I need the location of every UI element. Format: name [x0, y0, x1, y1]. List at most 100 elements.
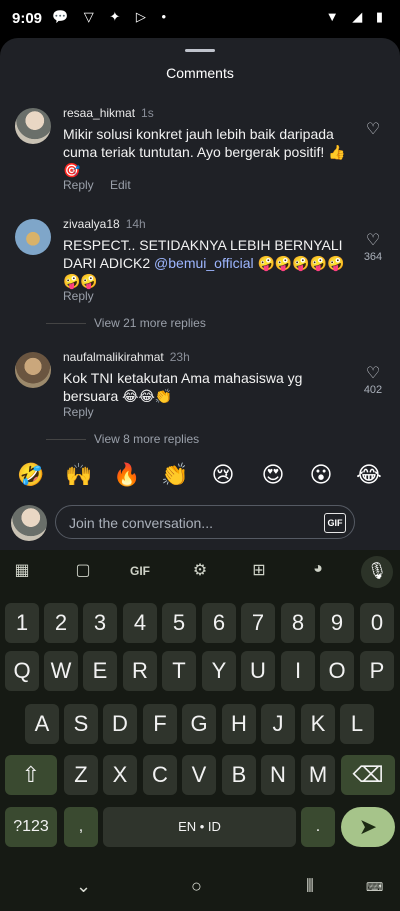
key-0[interactable]: 0 — [360, 603, 394, 643]
period-key[interactable]: . — [301, 807, 335, 847]
key-q[interactable]: Q — [5, 651, 39, 691]
key-f[interactable]: F — [143, 704, 177, 744]
comment-input[interactable]: Join the conversation... GIF — [55, 505, 355, 539]
symbols-key[interactable]: ?123 — [5, 807, 57, 847]
emoji-button[interactable]: 👏 — [160, 462, 190, 488]
gear-icon[interactable]: ⚙ — [187, 560, 213, 582]
key-9[interactable]: 9 — [320, 603, 354, 643]
comment-author[interactable]: resaa_hikmat 1s — [63, 106, 154, 120]
recents-icon[interactable]: ⦀ — [306, 876, 314, 897]
key-k[interactable]: K — [301, 704, 335, 744]
emoji-button[interactable]: 🔥 — [112, 462, 142, 488]
reply-button[interactable]: Reply — [63, 289, 94, 303]
key-4[interactable]: 4 — [123, 603, 157, 643]
keyboard-toolbar: ▦ ▢ GIF ⚙ ⊞ ◕ 🎙 — [0, 550, 400, 594]
heart-icon[interactable]: ♡ — [363, 230, 383, 250]
key-h[interactable]: H — [222, 704, 256, 744]
key-l[interactable]: L — [340, 704, 374, 744]
key-i[interactable]: I — [281, 651, 315, 691]
key-u[interactable]: U — [241, 651, 275, 691]
key-a[interactable]: A — [25, 704, 59, 744]
comment-username[interactable]: resaa_hikmat — [63, 106, 135, 120]
gif-icon[interactable]: GIF — [127, 564, 153, 586]
send-key[interactable]: ➤ — [341, 807, 395, 847]
key-n[interactable]: N — [261, 755, 295, 795]
like-count: 364 — [363, 251, 383, 263]
comment-time: 23h — [169, 350, 190, 364]
divider — [46, 323, 86, 324]
key-7[interactable]: 7 — [241, 603, 275, 643]
my-avatar — [11, 505, 47, 541]
drag-handle[interactable] — [185, 49, 215, 52]
key-m[interactable]: M — [301, 755, 335, 795]
key-r[interactable]: R — [123, 651, 157, 691]
key-2[interactable]: 2 — [44, 603, 78, 643]
key-p[interactable]: P — [360, 651, 394, 691]
key-s[interactable]: S — [64, 704, 98, 744]
comment-item: zivaalya18 14h RESPECT.. SETIDAKNYA LEBIH… — [0, 215, 400, 335]
heart-icon[interactable]: ♡ — [363, 363, 383, 383]
key-d[interactable]: D — [103, 704, 137, 744]
mic-icon[interactable]: 🎙 — [361, 556, 393, 588]
key-3[interactable]: 3 — [83, 603, 117, 643]
translate-icon[interactable]: ⊞ — [246, 560, 272, 582]
comment-input-placeholder: Join the conversation... — [69, 515, 213, 531]
emoji-button[interactable]: 😢 — [208, 462, 238, 488]
status-bar: 9:09 💬 ▽ ✦ ▷ • ▼ ◢ ▮ — [0, 0, 400, 36]
comment-username[interactable]: zivaalya18 — [63, 217, 120, 231]
comma-key[interactable]: , — [64, 807, 98, 847]
emoji-button[interactable]: 🤣 — [16, 462, 46, 488]
comment-username[interactable]: naufalmalikirahmat — [63, 350, 164, 364]
key-6[interactable]: 6 — [202, 603, 236, 643]
key-t[interactable]: T — [162, 651, 196, 691]
comment-time: 14h — [125, 217, 146, 231]
reply-button[interactable]: Reply — [63, 178, 94, 192]
key-g[interactable]: G — [182, 704, 216, 744]
backspace-key[interactable]: ⌫ — [341, 755, 395, 795]
keyboard: ▦ ▢ GIF ⚙ ⊞ ◕ 🎙 1 2 3 4 5 6 7 8 9 0 Q W … — [0, 550, 400, 911]
notification-icons: 💬 ▽ ✦ ▷ • — [52, 9, 173, 24]
key-5[interactable]: 5 — [162, 603, 196, 643]
keyboard-switch-icon[interactable]: ⌨ — [366, 880, 383, 894]
emoji-button[interactable]: 😮 — [306, 462, 336, 488]
back-chevron-icon[interactable]: ⌄ — [76, 876, 91, 897]
key-8[interactable]: 8 — [281, 603, 315, 643]
emoji-button[interactable]: 😍 — [258, 462, 288, 488]
emoji-button[interactable]: 🙌 — [64, 462, 94, 488]
apps-grid-icon[interactable]: ▦ — [9, 560, 35, 582]
edit-button[interactable]: Edit — [110, 178, 131, 192]
view-more-replies[interactable]: View 8 more replies — [94, 432, 199, 446]
heart-icon[interactable]: ♡ — [363, 119, 383, 139]
home-icon[interactable]: ○ — [191, 876, 202, 897]
comment-author[interactable]: naufalmalikirahmat 23h — [63, 350, 190, 364]
avatar[interactable] — [15, 108, 51, 144]
key-o[interactable]: O — [320, 651, 354, 691]
view-more-replies[interactable]: View 21 more replies — [94, 316, 206, 330]
comment-text: Mikir solusi konkret jauh lebih baik dar… — [63, 126, 346, 178]
shift-key[interactable]: ⇧ — [5, 755, 57, 795]
mention-link[interactable]: @bemui_official — [154, 255, 254, 271]
key-z[interactable]: Z — [64, 755, 98, 795]
key-j[interactable]: J — [261, 704, 295, 744]
key-y[interactable]: Y — [202, 651, 236, 691]
reply-button[interactable]: Reply — [63, 405, 94, 419]
comment-author[interactable]: zivaalya18 14h — [63, 217, 146, 231]
key-w[interactable]: W — [44, 651, 78, 691]
comment-time: 1s — [141, 106, 154, 120]
divider — [46, 439, 86, 440]
emoji-button[interactable]: 😂 — [354, 462, 384, 488]
sticker-icon[interactable]: ▢ — [70, 560, 96, 582]
key-1[interactable]: 1 — [5, 603, 39, 643]
key-e[interactable]: E — [83, 651, 117, 691]
key-b[interactable]: B — [222, 755, 256, 795]
comment-item: naufalmalikirahmat 23h Kok TNI ketakutan … — [0, 348, 400, 458]
gif-button[interactable]: GIF — [324, 513, 346, 533]
system-icons: ▼ ◢ ▮ — [325, 9, 388, 24]
avatar[interactable] — [15, 352, 51, 388]
key-v[interactable]: V — [182, 755, 216, 795]
palette-icon[interactable]: ◕ — [305, 560, 331, 582]
space-key[interactable]: EN • ID — [103, 807, 296, 847]
avatar[interactable] — [15, 219, 51, 255]
key-x[interactable]: X — [103, 755, 137, 795]
key-c[interactable]: C — [143, 755, 177, 795]
